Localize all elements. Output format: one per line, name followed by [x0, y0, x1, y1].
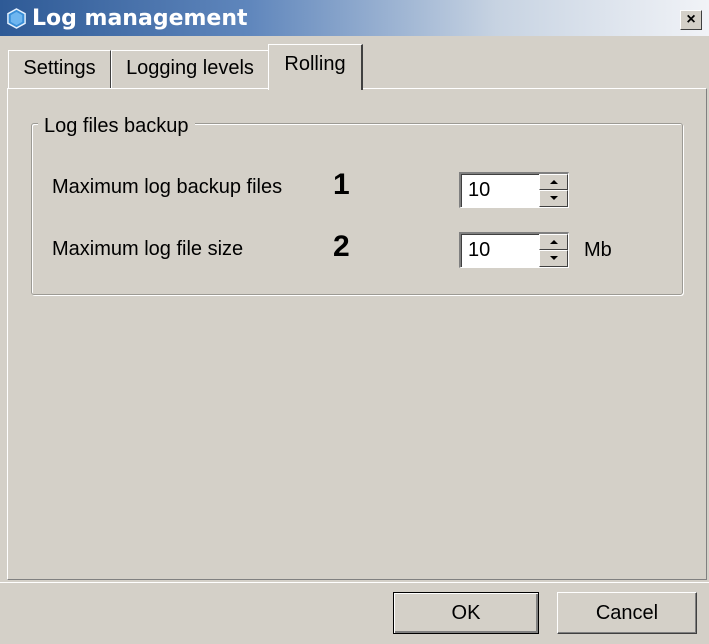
stepper-up-button[interactable]: [539, 234, 568, 250]
max-backup-files-value[interactable]: 10: [468, 179, 490, 202]
annotation-marker-1: 1: [333, 168, 350, 201]
dialog-window: Log management × Settings Logging levels…: [0, 0, 709, 644]
tab-settings[interactable]: Settings: [8, 50, 111, 88]
arrow-up-icon: [550, 240, 558, 244]
close-button[interactable]: ×: [680, 10, 702, 30]
tab-strip: Settings Logging levels Rolling: [0, 36, 709, 90]
tab-rolling[interactable]: Rolling: [268, 44, 363, 90]
ok-button[interactable]: OK: [393, 592, 539, 634]
file-size-unit-label: Mb: [584, 239, 612, 261]
group-legend: Log files backup: [38, 115, 195, 138]
max-file-size-label: Maximum log file size: [52, 238, 244, 260]
app-icon: [7, 8, 26, 29]
window-title: Log management: [32, 6, 248, 31]
max-file-size-stepper[interactable]: 10: [459, 232, 569, 268]
max-file-size-value[interactable]: 10: [468, 239, 490, 262]
max-backup-files-stepper[interactable]: 10: [459, 172, 569, 208]
arrow-up-icon: [550, 180, 558, 184]
stepper-down-button[interactable]: [539, 190, 568, 207]
stepper-buttons: [539, 174, 568, 207]
annotation-marker-2: 2: [333, 230, 350, 263]
max-backup-files-label: Maximum log backup files: [52, 176, 283, 198]
arrow-down-icon: [550, 256, 558, 260]
log-files-backup-group: [31, 123, 683, 295]
stepper-down-button[interactable]: [539, 250, 568, 267]
stepper-buttons: [539, 234, 568, 267]
cancel-button[interactable]: Cancel: [557, 592, 697, 634]
title-bar[interactable]: Log management ×: [0, 0, 709, 36]
arrow-down-icon: [550, 196, 558, 200]
footer-divider: [0, 582, 709, 585]
tab-logging-levels[interactable]: Logging levels: [111, 50, 269, 88]
close-icon: ×: [686, 11, 696, 28]
stepper-up-button[interactable]: [539, 174, 568, 190]
